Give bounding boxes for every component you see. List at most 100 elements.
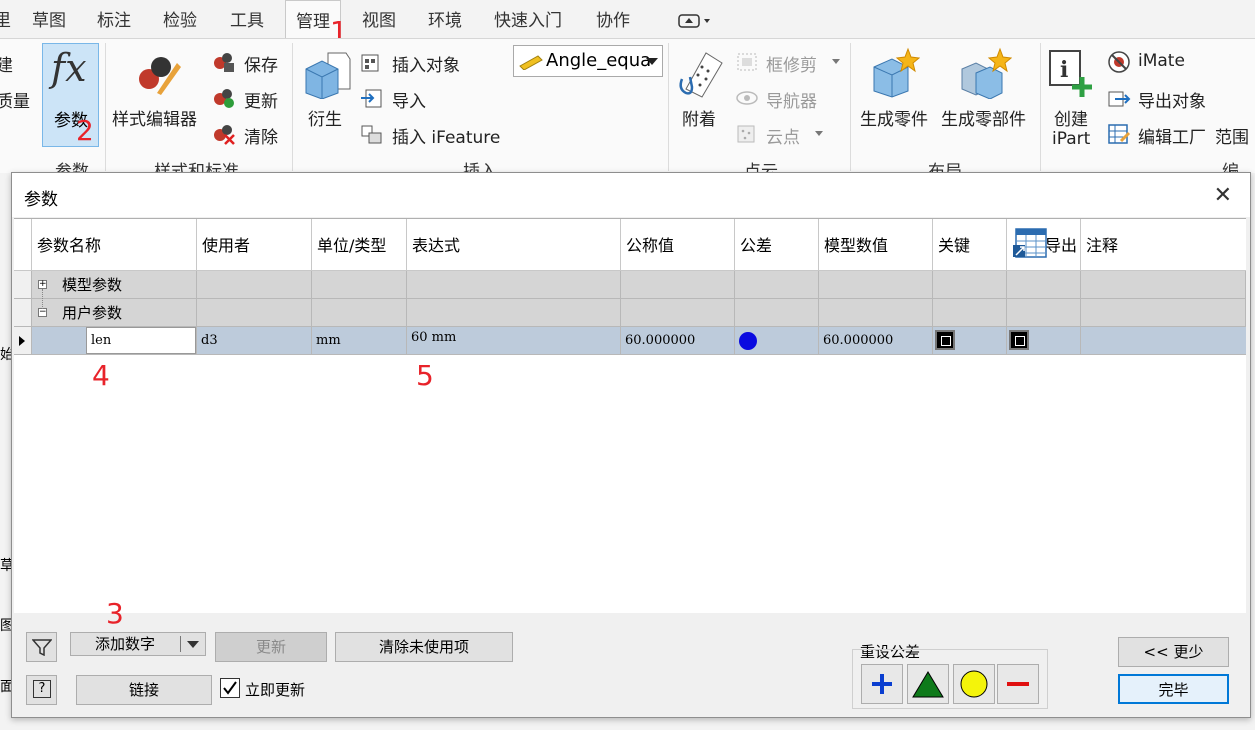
create-ipart-label-1[interactable]: 创建	[1054, 105, 1088, 130]
range-button[interactable]: 范围	[1215, 123, 1249, 148]
panel-options-icon[interactable]	[678, 12, 712, 34]
menu-tab-tools[interactable]: 工具	[230, 0, 264, 38]
column-header-unit[interactable]: 单位/类型	[312, 219, 407, 271]
expand-icon[interactable]: +	[38, 280, 47, 289]
param-tolerance[interactable]	[735, 327, 819, 355]
row-header	[14, 299, 32, 327]
param-nominal[interactable]: 60.000000	[621, 327, 735, 355]
group-user-cell	[1081, 299, 1246, 327]
filter-button[interactable]	[26, 632, 57, 662]
group-user-cell	[197, 299, 312, 327]
param-comment[interactable]	[1081, 327, 1246, 355]
param-name-input[interactable]: len	[86, 327, 196, 354]
frame-trim-button[interactable]: 框修剪	[766, 51, 817, 76]
group-user-params[interactable]: 用户参数	[32, 299, 197, 327]
angle-dropdown[interactable]: Angle_equa	[513, 45, 663, 77]
save-style-button[interactable]: 保存	[244, 51, 278, 76]
param-unit[interactable]: mm	[312, 327, 407, 355]
group-model-cell	[1007, 271, 1081, 299]
param-export-cell[interactable]	[1007, 327, 1081, 355]
column-header-used-by[interactable]: 使用者	[197, 219, 312, 271]
annotation-4: 4	[92, 359, 110, 392]
insert-object-icon	[360, 51, 384, 77]
menu-tab-environment[interactable]: 环境	[428, 0, 462, 38]
tolerance-nominal-button[interactable]	[907, 664, 949, 704]
imate-icon	[1107, 51, 1131, 77]
update-button[interactable]: 更新	[215, 632, 327, 662]
insert-object-button[interactable]: 插入对象	[392, 51, 460, 76]
update-style-button[interactable]: 更新	[244, 87, 278, 112]
ribbon: 建 质量 fx 参数 2 样式编辑器 保存 更新 清除 衍生 插入对象 导入 插…	[0, 38, 1255, 207]
navigator-button[interactable]: 导航器	[766, 87, 817, 112]
menu-tab-cut[interactable]: 里	[0, 0, 11, 38]
generate-parts-icon	[960, 47, 1013, 103]
column-header-nominal[interactable]: 公称值	[621, 219, 735, 271]
annotation-2: 2	[76, 114, 94, 147]
attach-icon	[676, 49, 724, 103]
attach-button[interactable]: 附着	[682, 105, 716, 130]
key-checkbox[interactable]	[935, 330, 955, 350]
param-model-value[interactable]: 60.000000	[819, 327, 933, 355]
tolerance-median-button[interactable]	[953, 664, 995, 704]
group-model-params[interactable]: 模型参数	[32, 271, 197, 299]
menu-tab-inspect[interactable]: 检验	[163, 0, 197, 38]
style-editor-button[interactable]: 样式编辑器	[112, 105, 197, 130]
menu-tab-collaborate[interactable]: 协作	[596, 0, 630, 38]
row-header	[14, 271, 32, 299]
tree-line	[42, 289, 43, 309]
group-user-cell	[735, 299, 819, 327]
add-number-button[interactable]: 添加数字	[70, 632, 206, 656]
menu-tab-view[interactable]: 视图	[362, 0, 396, 38]
param-name-cell: len	[32, 327, 197, 355]
link-button[interactable]: 链接	[76, 675, 212, 705]
export-checkbox[interactable]	[1009, 330, 1029, 350]
import-button[interactable]: 导入	[392, 87, 426, 112]
generate-parts-button[interactable]: 生成零部件	[941, 105, 1026, 130]
export-object-button[interactable]: 导出对象	[1138, 87, 1206, 112]
cloud-point-icon	[735, 123, 759, 149]
collapse-icon[interactable]: −	[38, 308, 47, 317]
angle-dropdown-value: Angle_equa	[546, 50, 652, 71]
column-header-key[interactable]: 关键	[933, 219, 1007, 271]
menu-tab-sketch[interactable]: 草图	[32, 0, 66, 38]
tolerance-upper-button[interactable]	[861, 664, 903, 704]
purge-unused-button[interactable]: 清除未使用项	[335, 632, 513, 662]
chevron-down-icon[interactable]	[187, 641, 199, 648]
param-used-by[interactable]: d3	[197, 327, 312, 355]
param-expression[interactable]: 60 mm	[407, 327, 621, 355]
close-icon[interactable]: ✕	[1214, 183, 1232, 208]
row-selector[interactable]	[14, 327, 32, 355]
ribbon-cut-label-1: 建	[0, 56, 13, 76]
less-button[interactable]: << 更少	[1118, 637, 1229, 667]
cloud-point-chevron-icon	[815, 131, 823, 136]
immediate-update-checkbox[interactable]	[220, 678, 240, 698]
param-key-cell[interactable]	[933, 327, 1007, 355]
annotation-5: 5	[416, 359, 434, 392]
menu-tab-annotate[interactable]: 标注	[97, 0, 131, 38]
column-header-name[interactable]: 参数名称	[32, 219, 197, 271]
purge-style-button[interactable]: 清除	[244, 123, 278, 148]
imate-button[interactable]: iMate	[1138, 51, 1185, 71]
group-model-cell	[819, 271, 933, 299]
column-header-expression[interactable]: 表达式	[407, 219, 621, 271]
create-ipart-label-2[interactable]: iPart	[1052, 129, 1090, 149]
menu-tab-getstarted[interactable]: 快速入门	[494, 0, 562, 38]
chevron-down-icon	[646, 58, 658, 65]
group-model-cell	[933, 271, 1007, 299]
derive-button[interactable]: 衍生	[308, 105, 342, 130]
insert-ifeature-button[interactable]: 插入 iFeature	[392, 123, 500, 148]
cloud-point-button[interactable]: 云点	[766, 123, 800, 148]
export-object-icon	[1107, 87, 1131, 113]
tolerance-lower-button[interactable]	[997, 664, 1039, 704]
column-header-tolerance[interactable]: 公差	[735, 219, 819, 271]
immediate-update-label: 立即更新	[245, 681, 306, 699]
column-header-model-value[interactable]: 模型数值	[819, 219, 933, 271]
generate-part-button[interactable]: 生成零件	[860, 105, 928, 130]
purge-style-icon	[212, 123, 236, 149]
help-button[interactable]: ?	[26, 675, 57, 705]
column-header-comment[interactable]: 注释	[1081, 219, 1246, 271]
group-user-cell	[933, 299, 1007, 327]
edit-factory-button[interactable]: 编辑工厂	[1138, 123, 1206, 148]
save-style-icon	[212, 51, 236, 77]
done-button[interactable]: 完毕	[1118, 674, 1229, 704]
